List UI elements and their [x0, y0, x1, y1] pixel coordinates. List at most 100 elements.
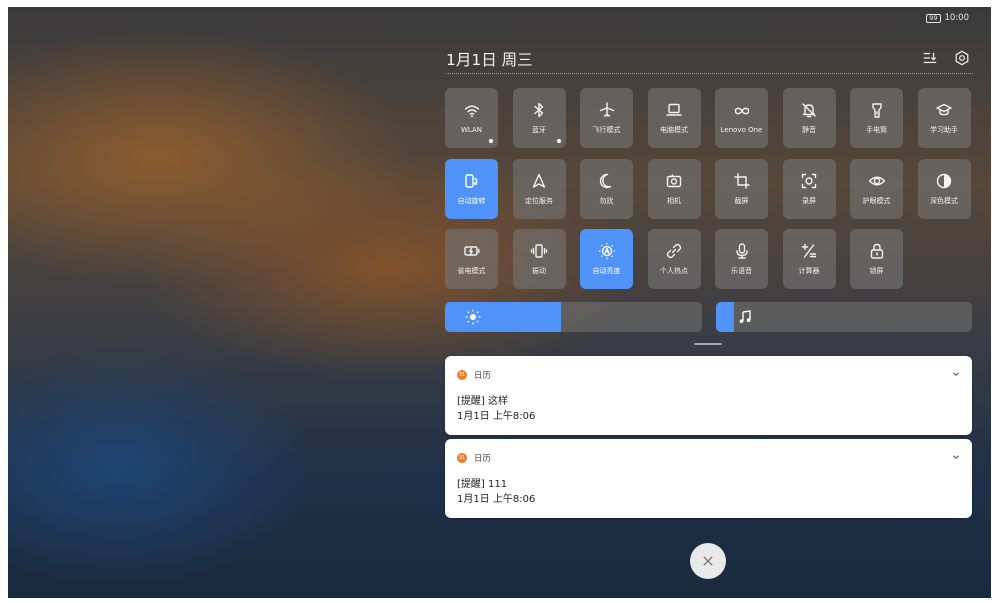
panel-drag-handle[interactable] — [694, 343, 722, 345]
battery-icon: 99 — [926, 13, 941, 23]
tile-label: 护眼模式 — [862, 196, 891, 205]
tile-airplane[interactable]: 飞行模式 — [580, 88, 633, 148]
clock: 10:00 — [944, 13, 970, 23]
tile-label: 截屏 — [734, 196, 749, 205]
more-indicator-dot — [489, 139, 493, 143]
bell-off-icon — [800, 101, 818, 119]
tile-laptop[interactable]: 电脑模式 — [647, 88, 701, 148]
location-arrow-icon — [530, 172, 548, 190]
tile-location-arrow[interactable]: 定位服务 — [512, 158, 566, 219]
notification-card[interactable]: 31 日历 [提醒] 这样 1月1日 上午8:06 — [445, 356, 972, 435]
infinity-icon — [733, 102, 751, 120]
calendar-app-icon: 31 — [457, 453, 467, 463]
more-indicator-dot — [556, 139, 561, 143]
airplane-icon — [598, 101, 616, 119]
tile-label: 静音 — [802, 126, 816, 134]
tile-label: 定位服务 — [525, 196, 553, 205]
eye-icon — [868, 172, 886, 190]
tile-screen-record[interactable]: 录屏 — [782, 158, 836, 219]
tile-label: 飞行模式 — [592, 126, 621, 134]
notification-title: [提醒] 这样 — [457, 396, 508, 407]
brightness-slider[interactable] — [445, 302, 702, 332]
tile-battery-saver[interactable]: 省电模式 — [445, 229, 498, 289]
calculator-icon — [800, 242, 818, 260]
tile-label: 录屏 — [802, 196, 816, 205]
tile-label: Lenovo One — [720, 126, 763, 134]
tile-auto-rotate[interactable]: 自动旋转 — [445, 158, 498, 219]
tile-graduation-cap[interactable]: 学习助手 — [917, 88, 971, 148]
tile-flashlight[interactable]: 手电筒 — [850, 88, 903, 148]
camera-icon — [665, 172, 683, 190]
chevron-down-icon[interactable] — [950, 368, 962, 380]
tile-label: 自动亮度 — [592, 267, 621, 275]
settings-gear-icon[interactable] — [953, 49, 971, 67]
volume-slider[interactable] — [716, 302, 972, 332]
tile-hotspot-link[interactable]: 个人热点 — [647, 229, 701, 289]
clear-notifications-button[interactable] — [690, 543, 726, 579]
tile-label: 深色模式 — [930, 196, 958, 205]
tile-label: 省电模式 — [457, 267, 486, 275]
tile-label: WLAN — [460, 126, 482, 134]
tile-eye[interactable]: 护眼模式 — [850, 158, 903, 219]
tile-bluetooth[interactable]: 蓝牙 — [512, 88, 566, 148]
hotspot-link-icon — [665, 242, 683, 260]
notification-app-name: 日历 — [474, 371, 492, 381]
tile-lock[interactable]: 锁屏 — [850, 229, 903, 289]
tile-label: 个人热点 — [660, 267, 688, 275]
calendar-app-icon: 31 — [457, 370, 467, 380]
tile-contrast[interactable]: 深色模式 — [917, 158, 971, 219]
tile-camera[interactable]: 相机 — [647, 158, 701, 219]
close-icon — [703, 556, 713, 566]
notification-app: 31 日历 — [457, 452, 491, 464]
flashlight-icon — [868, 101, 886, 119]
notification-card[interactable]: 31 日历 [提醒] 111 1月1日 上午8:06 — [445, 439, 972, 518]
tile-auto-brightness[interactable]: 自动亮度 — [580, 229, 633, 289]
tile-label: 学习助手 — [930, 126, 958, 134]
tile-microphone[interactable]: 乐语音 — [715, 229, 768, 289]
screen: 99 10:00 1月1日 周三 WLAN 蓝牙 飞行模式 电脑模式 Lenovo On… — [8, 7, 991, 598]
music-note-icon — [739, 310, 751, 323]
contrast-icon — [935, 172, 953, 190]
status-bar: 99 10:00 — [926, 13, 969, 23]
tile-label: 乐语音 — [731, 267, 752, 275]
notification-title: [提醒] 111 — [457, 479, 508, 490]
tile-vibrate[interactable]: 振动 — [512, 229, 566, 289]
notification-app-name: 日历 — [474, 454, 492, 464]
chevron-down-icon[interactable] — [950, 451, 962, 463]
volume-slider-fill — [716, 302, 734, 332]
notification-time: 1月1日 上午8:06 — [457, 411, 536, 422]
tile-infinity[interactable]: Lenovo One — [715, 88, 768, 148]
auto-brightness-icon — [598, 242, 616, 260]
microphone-icon — [733, 242, 751, 260]
vibrate-icon — [530, 242, 548, 260]
wifi-icon — [463, 102, 481, 120]
tile-calculator[interactable]: 计算器 — [782, 229, 836, 289]
notification-time: 1月1日 上午8:06 — [457, 494, 536, 505]
tile-moon[interactable]: 勿扰 — [580, 158, 633, 219]
crop-icon — [733, 172, 751, 190]
sun-icon — [465, 309, 481, 325]
moon-icon — [598, 172, 616, 190]
header-divider — [446, 73, 973, 74]
auto-rotate-icon — [463, 172, 481, 190]
tile-label: 蓝牙 — [532, 126, 546, 134]
tile-label: 勿扰 — [599, 196, 614, 205]
tile-label: 自动旋转 — [457, 196, 486, 205]
notification-app: 31 日历 — [457, 369, 491, 381]
lock-icon — [868, 242, 886, 260]
tile-bell-off[interactable]: 静音 — [782, 88, 836, 148]
graduation-cap-icon — [935, 101, 953, 119]
tile-label: 电脑模式 — [660, 126, 688, 134]
bluetooth-icon — [530, 101, 548, 119]
tile-label: 相机 — [667, 196, 681, 205]
brightness-slider-fill — [445, 302, 561, 332]
date-label: 1月1日 周三 — [446, 51, 533, 69]
tile-label: 手电筒 — [866, 126, 887, 134]
tile-label: 锁屏 — [869, 267, 884, 275]
tile-crop[interactable]: 截屏 — [715, 158, 768, 219]
laptop-icon — [665, 101, 683, 119]
tile-wifi[interactable]: WLAN — [445, 88, 498, 148]
battery-saver-icon — [463, 242, 481, 260]
tile-label: 振动 — [532, 267, 546, 275]
edit-tiles-icon[interactable] — [921, 49, 939, 67]
